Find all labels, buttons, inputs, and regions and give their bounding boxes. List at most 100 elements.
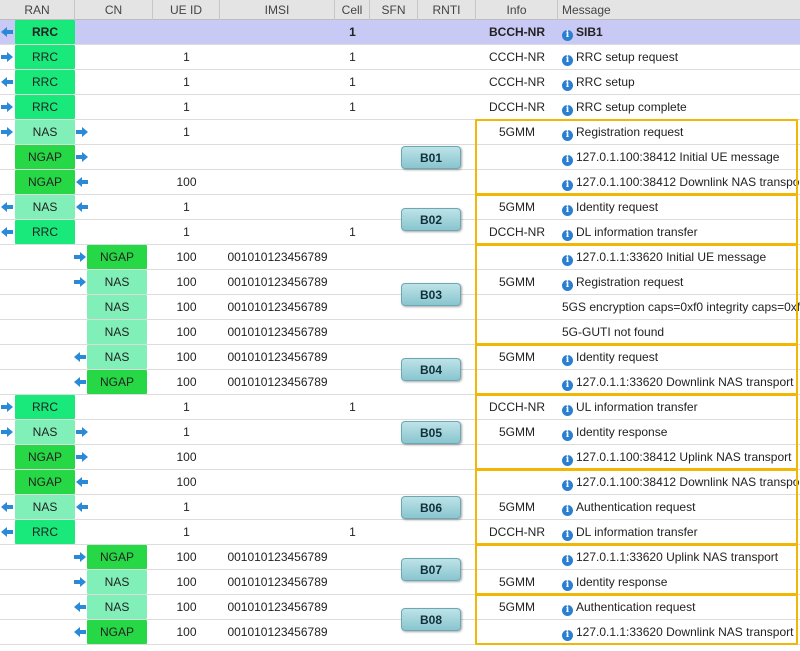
info-cell: DCCH-NR xyxy=(489,525,545,539)
cell-id-cell: 1 xyxy=(349,100,356,114)
col-header-ran[interactable]: RAN xyxy=(0,0,75,20)
table-row[interactable]: NGAP 100 001010123456789 i 127.0.1.1:33620 D… xyxy=(0,620,800,645)
table-row[interactable]: NAS 1 5GMM i Registration request xyxy=(0,120,800,145)
info-icon: i xyxy=(562,380,573,391)
cn-protocol-badge: NAS xyxy=(87,570,147,594)
table-row[interactable]: RRC 1 1 CCCH-NR i RRC setup xyxy=(0,70,800,95)
info-cell: 5GMM xyxy=(499,125,535,139)
direction-right-icon xyxy=(74,552,86,562)
info-icon: i xyxy=(562,355,573,366)
col-header-rnti[interactable]: RNTI xyxy=(418,0,476,20)
table-row[interactable]: NGAP 100 001010123456789 i 127.0.1.1:33620 D… xyxy=(0,370,800,395)
table-row[interactable]: NAS 1 5GMM i Identity response xyxy=(0,420,800,445)
table-row[interactable]: NGAP 100 001010123456789 i 127.0.1.1:33620 U… xyxy=(0,545,800,570)
info-cell: 5GMM xyxy=(499,275,535,289)
info-cell: 5GMM xyxy=(499,500,535,514)
cell-id-cell: 1 xyxy=(349,525,356,539)
imsi-cell: 001010123456789 xyxy=(227,625,328,639)
direction-left-icon xyxy=(74,627,86,637)
col-header-cn[interactable]: CN xyxy=(75,0,153,20)
info-icon: i xyxy=(562,430,573,441)
group-label-badge: B06 xyxy=(401,496,461,519)
table-row[interactable]: NGAP 100 i 127.0.1.100:38412 Downlink NAS t… xyxy=(0,470,800,495)
info-icon: i xyxy=(562,230,573,241)
ran-protocol-badge: RRC xyxy=(15,95,75,119)
col-header-sfn[interactable]: SFN xyxy=(370,0,418,20)
table-row[interactable]: RRC 1 1 DCCH-NR i RRC setup complete xyxy=(0,95,800,120)
col-header-cell[interactable]: Cell xyxy=(335,0,370,20)
direction-left-icon xyxy=(1,202,13,212)
ran-protocol-badge: NAS xyxy=(15,495,75,519)
table-row[interactable]: RRC 1 1 DCCH-NR i DL information transfer xyxy=(0,520,800,545)
cn-protocol-badge: NAS xyxy=(87,345,147,369)
ran-protocol-badge: NAS xyxy=(15,195,75,219)
col-header-imsi[interactable]: IMSI xyxy=(220,0,335,20)
message-cell: i Authentication request xyxy=(562,495,800,519)
ue-id-cell: 1 xyxy=(183,200,190,214)
ue-id-cell: 1 xyxy=(183,425,190,439)
message-cell: i UL information transfer xyxy=(562,395,800,419)
col-header-info[interactable]: Info xyxy=(476,0,558,20)
table-row[interactable]: NGAP 100 001010123456789 i 127.0.1.1:33620 I… xyxy=(0,245,800,270)
col-header-message[interactable]: Message xyxy=(558,0,800,20)
direction-left-icon xyxy=(1,27,13,37)
ran-protocol-badge: RRC xyxy=(15,395,75,419)
info-cell: DCCH-NR xyxy=(489,400,545,414)
table-row[interactable]: NAS 100 001010123456789 5GMM i Identity respo… xyxy=(0,570,800,595)
ran-protocol-badge: NAS xyxy=(15,120,75,144)
group-label-badge: B03 xyxy=(401,283,461,306)
info-cell: CCCH-NR xyxy=(489,75,545,89)
direction-left-icon xyxy=(1,227,13,237)
message-text: Authentication request xyxy=(576,600,696,614)
message-text: 127.0.1.100:38412 Downlink NAS transport xyxy=(576,175,800,189)
direction-right-icon xyxy=(76,152,88,162)
direction-left-icon xyxy=(1,77,13,87)
table-row[interactable]: NAS 100 001010123456789 5GMM i Identity reque… xyxy=(0,345,800,370)
ran-protocol-badge: NGAP xyxy=(15,170,75,194)
cn-protocol-badge: NGAP xyxy=(87,620,147,644)
table-row[interactable]: NAS 100 001010123456789 5GMM i Registration r… xyxy=(0,270,800,295)
table-row[interactable]: RRC 1 1 DCCH-NR i UL information transfer xyxy=(0,395,800,420)
table-row[interactable]: RRC 1 BCCH-NR i SIB1 xyxy=(0,20,800,45)
info-cell: BCCH-NR xyxy=(489,25,545,39)
message-text: 127.0.1.100:38412 Initial UE message xyxy=(576,150,780,164)
cn-protocol-badge: NGAP xyxy=(87,545,147,569)
direction-right-icon xyxy=(74,252,86,262)
ue-id-cell: 100 xyxy=(176,575,197,589)
message-cell: i Registration request xyxy=(562,120,800,144)
ue-id-cell: 100 xyxy=(176,375,197,389)
table-row[interactable]: NGAP i 127.0.1.100:38412 Initial UE messag… xyxy=(0,145,800,170)
table-row[interactable]: NAS 100 001010123456789 5GMM i Authentication… xyxy=(0,595,800,620)
direction-left-icon xyxy=(76,502,88,512)
message-text: 127.0.1.100:38412 Downlink NAS transport xyxy=(576,475,800,489)
message-text: Identity request xyxy=(576,200,659,214)
message-cell: 5GS encryption caps=0xf0 integrity caps=… xyxy=(562,295,800,319)
message-cell: i DL information transfer xyxy=(562,520,800,544)
ue-id-cell: 100 xyxy=(176,550,197,564)
table-row[interactable]: RRC 1 1 DCCH-NR i DL information transfer xyxy=(0,220,800,245)
message-cell: i Authentication request xyxy=(562,595,800,619)
message-text: SIB1 xyxy=(576,25,603,39)
direction-right-icon xyxy=(1,427,13,437)
ran-protocol-badge: RRC xyxy=(15,220,75,244)
table-row[interactable]: NAS 1 5GMM i Identity request xyxy=(0,195,800,220)
message-cell: i 127.0.1.100:38412 Downlink NAS transpor… xyxy=(562,170,800,194)
info-icon: i xyxy=(562,480,573,491)
direction-right-icon xyxy=(76,452,88,462)
table-row[interactable]: NGAP 100 i 127.0.1.100:38412 Uplink NAS tra… xyxy=(0,445,800,470)
imsi-cell: 001010123456789 xyxy=(227,275,328,289)
imsi-cell: 001010123456789 xyxy=(227,550,328,564)
cell-id-cell: 1 xyxy=(349,400,356,414)
ue-id-cell: 1 xyxy=(183,75,190,89)
table-row[interactable]: NAS 100 001010123456789 5GS encryption caps… xyxy=(0,295,800,320)
message-text: Registration request xyxy=(576,125,684,139)
table-row[interactable]: NAS 100 001010123456789 5G-GUTI not found xyxy=(0,320,800,345)
direction-right-icon xyxy=(74,577,86,587)
table-row[interactable]: NGAP 100 i 127.0.1.100:38412 Downlink NAS t… xyxy=(0,170,800,195)
message-cell: i 127.0.1.1:33620 Uplink NAS transport xyxy=(562,545,800,569)
table-row[interactable]: RRC 1 1 CCCH-NR i RRC setup request xyxy=(0,45,800,70)
message-text: DL information transfer xyxy=(576,525,698,539)
ran-protocol-badge: NGAP xyxy=(15,445,75,469)
table-row[interactable]: NAS 1 5GMM i Authentication request xyxy=(0,495,800,520)
col-header-ue-id[interactable]: UE ID xyxy=(153,0,220,20)
